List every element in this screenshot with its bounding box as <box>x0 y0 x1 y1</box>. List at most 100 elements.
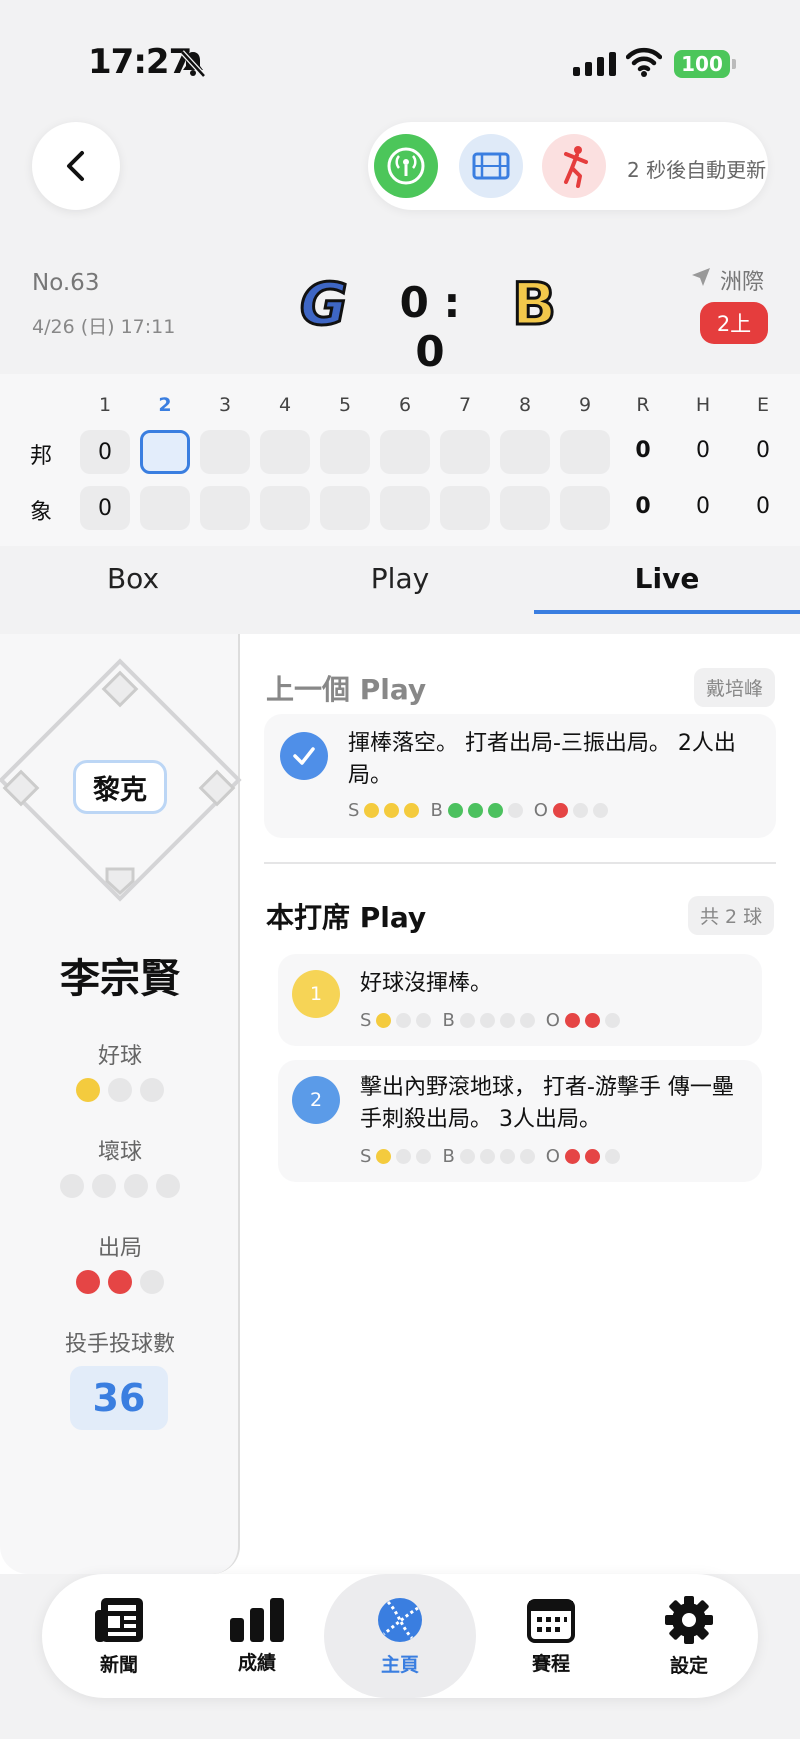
sbo-label: S <box>360 1146 372 1167</box>
total-h: 0 <box>696 438 710 463</box>
inning-header: 7 <box>458 394 472 416</box>
count-dot <box>60 1174 84 1198</box>
field-panel: 黎克 李宗賢 好球 壞球 出局 投手投球數 36 <box>0 634 242 1574</box>
sbo-dot <box>479 1013 495 1028</box>
tab-box[interactable]: Box <box>0 562 266 595</box>
gear-icon <box>665 1595 713 1644</box>
runner-on-base[interactable]: 黎克 <box>73 760 167 814</box>
cellular-signal-icon <box>573 52 616 76</box>
out-dots <box>0 1270 240 1294</box>
sbo-dot <box>519 1013 535 1028</box>
nav-home[interactable]: 主頁 <box>324 1574 476 1698</box>
nav-settings[interactable]: 設定 <box>624 1574 754 1698</box>
play-number: 1 <box>292 970 340 1018</box>
sbo-dot <box>404 803 420 818</box>
count-dot <box>108 1078 132 1102</box>
inning-score-cell <box>380 430 430 474</box>
player-action-button[interactable] <box>542 134 606 198</box>
sbo-dot <box>364 803 380 818</box>
nav-schedule[interactable]: 賽程 <box>486 1574 616 1698</box>
strike-dots <box>0 1078 240 1102</box>
inning-score-cell <box>140 430 190 474</box>
sbo-label: B <box>442 1010 455 1031</box>
calendar-icon <box>527 1598 575 1643</box>
sbo-dot <box>447 803 463 818</box>
inning-score-cell <box>560 430 610 474</box>
inning-header: 6 <box>398 394 412 416</box>
tab-live[interactable]: Live <box>534 562 800 595</box>
inning-score-cell <box>380 486 430 530</box>
play-text: 好球沒揮棒。 <box>360 971 493 996</box>
sbo-dot <box>604 1149 620 1164</box>
total-h: 0 <box>696 494 710 519</box>
total-r: 0 <box>635 438 651 463</box>
out-label: 出局 <box>97 1236 142 1261</box>
sbo-dot <box>592 803 608 818</box>
chevron-left-icon <box>67 151 84 181</box>
inning-score-cell: 0 <box>80 486 130 530</box>
sbo-dot <box>396 1013 412 1028</box>
sbo-dot <box>584 1013 600 1028</box>
sbo-dot <box>572 803 588 818</box>
sbo-label: S <box>348 800 360 821</box>
battery-indicator: 100 <box>674 50 736 78</box>
video-button[interactable] <box>459 134 523 198</box>
inning-header: 3 <box>218 394 232 416</box>
game-score: 0 : 0 <box>399 278 461 376</box>
nav-stats-label: 成績 <box>237 1651 276 1674</box>
live-broadcast-button[interactable] <box>374 134 438 198</box>
strike-label: 好球 <box>97 1044 142 1069</box>
tab-play[interactable]: Play <box>267 562 533 595</box>
away-team-logo[interactable]: G <box>299 269 350 340</box>
nav-news[interactable]: 新聞 <box>54 1574 184 1698</box>
game-toolbar: 2 秒後自動更新 <box>368 122 768 210</box>
sbo-dot <box>416 1013 432 1028</box>
inning-score-cell <box>200 486 250 530</box>
count-dot <box>76 1270 100 1294</box>
venue: 洲際 <box>720 270 765 295</box>
bell-muted-icon <box>180 50 206 78</box>
total-r: 0 <box>635 494 651 519</box>
total-e: 0 <box>756 494 770 519</box>
current-batter[interactable]: 李宗賢 <box>0 946 240 1004</box>
inning-score-cell <box>440 486 490 530</box>
inning-score-cell: 0 <box>80 430 130 474</box>
sbo-dot <box>376 1013 392 1028</box>
team-abbr: 象 <box>30 500 53 525</box>
inning-score-cell <box>440 430 490 474</box>
game-number: No.63 <box>32 270 100 296</box>
inning-header: E <box>756 394 769 416</box>
wifi-icon <box>626 47 662 77</box>
inning-score-cell <box>500 486 550 530</box>
inning-score-cell <box>200 430 250 474</box>
sbo-dot <box>479 1149 495 1164</box>
film-icon <box>472 152 510 180</box>
game-datetime: 4/26 (日) 17:11 <box>32 316 176 338</box>
current-at-bat-title: 本打席 Play <box>266 901 427 934</box>
divider <box>264 862 776 864</box>
sbo-label: B <box>442 1146 455 1167</box>
sbo-dot <box>499 1013 515 1028</box>
home-team-logo[interactable]: B <box>510 269 557 340</box>
baseball-icon <box>378 1597 422 1642</box>
home-plate-icon <box>105 867 135 896</box>
team-abbr: 邦 <box>30 444 53 469</box>
previous-play-count: SBO <box>348 800 608 821</box>
play-item[interactable]: 1 好球沒揮棒。 S B O <box>278 954 762 1046</box>
previous-play-card: 揮棒落空。 打者出局-三振出局。 2人出局。 S B O <box>264 714 776 838</box>
play-item[interactable]: 2 擊出內野滾地球， 打者-游擊手 傳一壘手刺殺出局。 3人出局。 S B O <box>278 1060 762 1182</box>
sbo-dot <box>487 803 503 818</box>
back-button[interactable] <box>32 122 120 210</box>
inning-header: 9 <box>578 394 592 416</box>
nav-stats[interactable]: 成績 <box>192 1574 322 1698</box>
previous-play-text: 揮棒落空。 打者出局-三振出局。 2人出局。 <box>348 731 736 788</box>
pitch-count: 36 <box>70 1366 168 1430</box>
ball-dots <box>0 1174 240 1198</box>
line-score: 1 2 3 4 5 6 7 8 9 R H E 邦 0 0 0 0 象 0 0 0 0 <box>0 374 800 546</box>
inning-score-cell <box>260 430 310 474</box>
play-count: SBO <box>360 1010 620 1031</box>
pitcher-tag[interactable]: 戴培峰 <box>694 668 776 707</box>
sbo-label: O <box>533 800 548 821</box>
inning-score-cell <box>320 486 370 530</box>
inning-score-cell <box>560 486 610 530</box>
